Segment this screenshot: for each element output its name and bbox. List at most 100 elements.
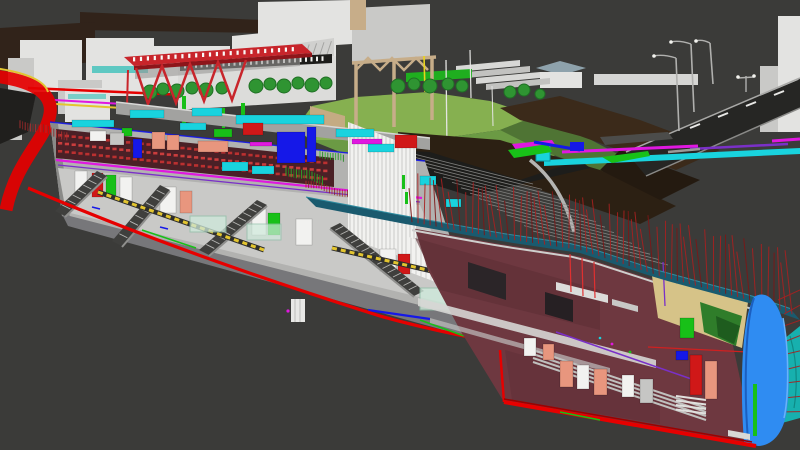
seat-row-dash bbox=[58, 142, 62, 145]
mep-box bbox=[296, 219, 312, 245]
seat-row-dash bbox=[221, 159, 225, 162]
seat-row-dash bbox=[208, 158, 212, 161]
mep-box bbox=[676, 351, 688, 360]
mep-box bbox=[577, 365, 589, 389]
seat-row-dash bbox=[72, 135, 76, 138]
tree bbox=[277, 79, 291, 93]
canopy-tick bbox=[216, 52, 218, 56]
tree bbox=[423, 79, 437, 93]
mep-box bbox=[222, 162, 248, 171]
mep-box bbox=[395, 135, 417, 148]
seat-row-dash bbox=[99, 146, 103, 149]
seat-row-dash bbox=[92, 154, 96, 157]
seat-row-dash bbox=[126, 141, 130, 144]
mep-box bbox=[192, 108, 222, 116]
rock-anchor bbox=[527, 191, 528, 242]
right-section-details-part bbox=[599, 337, 602, 340]
mep-box bbox=[236, 115, 324, 124]
canopy-tick bbox=[140, 57, 142, 61]
chimney bbox=[350, 0, 366, 30]
city-buildings-part bbox=[594, 85, 698, 88]
seat-row-dash bbox=[187, 155, 191, 158]
mep-box bbox=[72, 120, 114, 127]
seat-row-dash bbox=[153, 160, 157, 163]
seat-row-dash bbox=[187, 163, 191, 166]
seat-row-dash bbox=[146, 151, 150, 154]
seat-row-dash bbox=[174, 154, 178, 157]
mep-box bbox=[690, 355, 702, 395]
seat-row-dash bbox=[316, 169, 320, 172]
tree bbox=[408, 78, 420, 90]
right-section-details-part bbox=[629, 351, 632, 354]
seat-row-dash bbox=[72, 143, 76, 146]
tree bbox=[442, 78, 454, 90]
seat-row-dash bbox=[180, 147, 184, 150]
sign-pole-part bbox=[736, 75, 740, 79]
right-section-details-part bbox=[611, 343, 614, 346]
seat-row-dash bbox=[85, 137, 89, 140]
mep-box bbox=[180, 123, 206, 130]
tree bbox=[456, 80, 468, 92]
seat-row-dash bbox=[289, 166, 293, 169]
seat-row-dash bbox=[276, 173, 280, 176]
seat-row-dash bbox=[112, 156, 116, 159]
canopy-tick bbox=[223, 51, 225, 55]
model-viewport[interactable] bbox=[0, 0, 800, 450]
seat-row-dash bbox=[262, 163, 266, 166]
mep-box bbox=[543, 344, 554, 360]
seat-row-dash bbox=[201, 165, 205, 168]
canopy-tick bbox=[161, 55, 163, 59]
mep-box bbox=[640, 379, 653, 403]
seat-row-dash bbox=[146, 159, 150, 162]
window-tick bbox=[322, 56, 324, 61]
canopy-tick bbox=[257, 49, 259, 53]
seat-row-dash bbox=[65, 143, 69, 146]
tree bbox=[518, 84, 530, 96]
seat-row-dash bbox=[72, 151, 76, 154]
canopy-tick bbox=[168, 55, 170, 59]
mep-box bbox=[250, 142, 272, 146]
seat-row-dash bbox=[140, 158, 144, 161]
seat-row-dash bbox=[167, 161, 171, 164]
seat-row-dash bbox=[323, 170, 327, 173]
stadium-part bbox=[127, 70, 128, 106]
mep-box bbox=[214, 129, 232, 137]
seat-row-dash bbox=[262, 155, 266, 158]
seat-row-dash bbox=[187, 147, 191, 150]
seat-row-dash bbox=[242, 153, 246, 156]
tree bbox=[535, 89, 545, 99]
seat-row-dash bbox=[214, 166, 218, 169]
seat-row-dash bbox=[214, 158, 218, 161]
seat-row-dash bbox=[78, 144, 82, 147]
mep-box bbox=[307, 127, 316, 162]
scene-canvas[interactable] bbox=[0, 0, 800, 450]
tree bbox=[292, 77, 304, 89]
mep-box bbox=[133, 139, 142, 158]
window-tick bbox=[311, 57, 313, 62]
canopy-tick bbox=[243, 50, 245, 54]
seat-row-dash bbox=[201, 157, 205, 160]
seat-row-dash bbox=[180, 163, 184, 166]
glass-screens-part bbox=[247, 224, 281, 240]
seat-row-dash bbox=[208, 166, 212, 169]
mep-box bbox=[336, 129, 374, 137]
utility-pipes-part bbox=[772, 139, 800, 141]
seat-row-dash bbox=[58, 150, 62, 153]
seat-row-dash bbox=[180, 155, 184, 158]
canopy-tick bbox=[202, 53, 204, 57]
left-box-details-part bbox=[286, 309, 289, 312]
mep-box bbox=[277, 132, 305, 163]
mep-box bbox=[90, 131, 106, 141]
seat-row-dash bbox=[167, 153, 171, 156]
seat-row-dash bbox=[78, 152, 82, 155]
canopy-tick bbox=[237, 51, 239, 55]
seat-row-dash bbox=[228, 152, 232, 155]
mep-box bbox=[680, 318, 694, 338]
canopy-tick bbox=[250, 50, 252, 54]
canopy-tick bbox=[154, 56, 156, 60]
glass-screens-part bbox=[190, 216, 226, 232]
canopy-tick bbox=[133, 57, 135, 61]
mep-box bbox=[622, 375, 634, 397]
seat-row-dash bbox=[194, 164, 198, 167]
canopy-tick bbox=[181, 54, 183, 58]
